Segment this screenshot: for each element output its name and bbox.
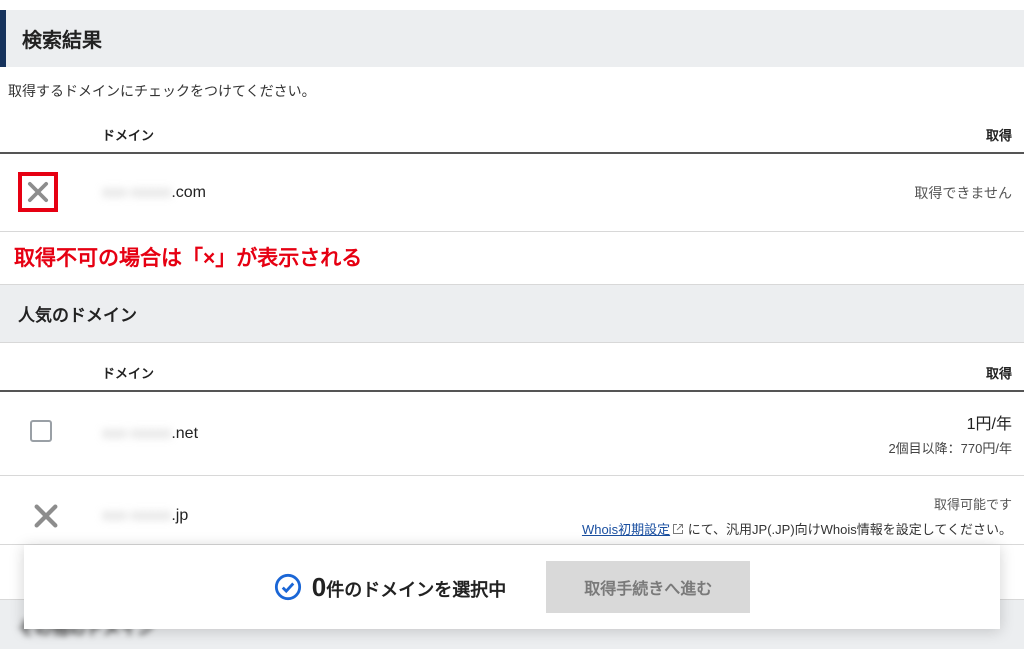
domain-masked: xxx-xxxxx: [102, 184, 171, 201]
unavailable-x-icon: [18, 172, 58, 212]
table-header: ドメイン 取得: [0, 357, 1024, 392]
domain-masked: xxx-xxxxx: [102, 425, 171, 442]
selection-summary: 0件のドメインを選択中: [274, 572, 506, 603]
domain-tld: .com: [171, 184, 206, 201]
domain-tld: .jp: [171, 507, 188, 524]
domain-name-cell: xxx-xxxxx.com: [102, 184, 752, 202]
selected-count: 0: [312, 572, 326, 602]
table-row: xxx-xxxxx.jp 取得可能です Whois初期設定 にて、汎用JP(.J…: [0, 476, 1024, 545]
status-available: 取得可能です: [492, 494, 1012, 513]
domain-name-cell: xxx-xxxxx.net: [102, 425, 752, 443]
search-results-header: 検索結果: [0, 10, 1024, 67]
status-unavailable: 取得できません: [752, 183, 1012, 203]
table-header: ドメイン 取得: [0, 119, 1024, 154]
page-title: 検索結果: [22, 24, 1008, 53]
price-main: 1円/年: [752, 410, 1012, 434]
section-popular-domains: 人気のドメイン: [0, 284, 1024, 343]
selection-footer: 0件のドメインを選択中 取得手続きへ進む: [24, 545, 1000, 629]
table-row: xxx-xxxxx.net 1円/年 2個目以降：770円/年: [0, 392, 1024, 476]
col-status-label: 取得: [752, 125, 1012, 144]
domain-tld: .net: [171, 425, 198, 442]
table-row: xxx-xxxxx.com 取得できません: [0, 154, 1024, 232]
domain-select-checkbox[interactable]: [30, 420, 52, 442]
selected-count-suffix: 件のドメインを選択中: [326, 580, 506, 600]
domain-name-cell: xxx-xxxxx.jp: [102, 507, 492, 525]
instruction-text: 取得するドメインにチェックをつけてください。: [8, 81, 1016, 101]
annotation-unavailable-x: 取得不可の場合は「×」が表示される: [0, 232, 1024, 284]
whois-note-rest: にて、汎用JP(.JP)向けWhois情報を設定してください。: [684, 522, 1012, 537]
whois-note: Whois初期設定 にて、汎用JP(.JP)向けWhois情報を設定してください…: [492, 519, 1012, 538]
col-domain-label: ドメイン: [102, 363, 752, 382]
check-circle-icon: [274, 573, 302, 601]
domain-masked: xxx-xxxxx: [102, 507, 171, 524]
proceed-button[interactable]: 取得手続きへ進む: [546, 561, 750, 613]
unavailable-x-icon: [26, 496, 66, 536]
col-status-label: 取得: [752, 363, 1012, 382]
price-sub: 2個目以降：770円/年: [752, 438, 1012, 457]
external-link-icon: [672, 523, 684, 538]
col-domain-label: ドメイン: [102, 125, 752, 144]
whois-settings-link[interactable]: Whois初期設定: [582, 522, 670, 537]
